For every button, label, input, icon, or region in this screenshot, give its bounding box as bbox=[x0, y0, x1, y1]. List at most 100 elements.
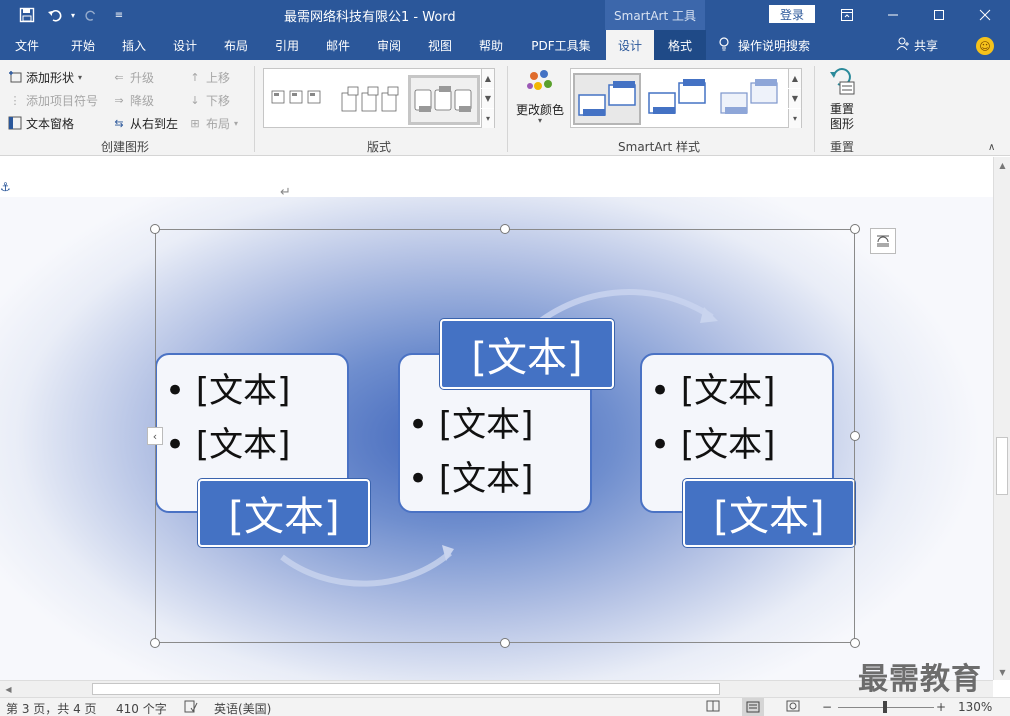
gallery-scroll-down-icon[interactable]: ▼ bbox=[481, 89, 494, 108]
collapse-ribbon-icon[interactable]: ∧ bbox=[988, 142, 995, 153]
dropdown-arrow-icon: ▾ bbox=[537, 116, 542, 125]
layout-option-selected[interactable] bbox=[408, 75, 480, 125]
promote-label: 升级 bbox=[130, 70, 155, 85]
tab-smartart-format[interactable]: 格式 bbox=[654, 30, 706, 60]
move-down-label: 下移 bbox=[206, 93, 231, 108]
layout-label: 布局 bbox=[206, 116, 231, 131]
add-bullet-button[interactable]: ⋮ 添加项目符号 bbox=[8, 90, 99, 110]
redo-icon[interactable] bbox=[80, 4, 102, 26]
anchor-icon: ⚓ bbox=[0, 180, 11, 194]
zoom-out-button[interactable]: − bbox=[822, 700, 832, 714]
layout-button[interactable]: ⊞ 布局 ▾ bbox=[188, 113, 238, 133]
ribbon-display-options-icon[interactable] bbox=[824, 0, 870, 30]
person-icon bbox=[896, 37, 910, 54]
demote-button[interactable]: ⇒ 降级 bbox=[112, 90, 154, 110]
save-icon[interactable] bbox=[16, 4, 38, 26]
layouts-group-label: 版式 bbox=[366, 140, 391, 154]
reset-graphic-icon bbox=[830, 68, 855, 95]
group-divider bbox=[507, 66, 508, 152]
demote-label: 降级 bbox=[130, 93, 155, 108]
zoom-in-button[interactable]: + bbox=[936, 700, 946, 714]
style-option[interactable] bbox=[717, 73, 785, 125]
scroll-up-icon[interactable]: ▲ bbox=[994, 157, 1010, 173]
text-pane-button[interactable]: 文本窗格 bbox=[8, 113, 74, 133]
text-pane-toggle-icon[interactable]: ‹ bbox=[147, 427, 163, 445]
watermark-logo: 最需教育 bbox=[858, 662, 982, 697]
zoom-slider-thumb[interactable] bbox=[883, 701, 887, 713]
vertical-scrollbar[interactable]: ▲ ▼ bbox=[993, 157, 1010, 680]
add-bullet-label: 添加项目符号 bbox=[26, 93, 99, 108]
tab-help[interactable]: 帮助 bbox=[468, 30, 514, 60]
print-layout-icon[interactable] bbox=[742, 698, 764, 716]
tab-design[interactable]: 设计 bbox=[162, 30, 208, 60]
tell-me-search[interactable]: 操作说明搜索 bbox=[718, 30, 810, 60]
vertical-scroll-thumb[interactable] bbox=[996, 437, 1008, 495]
resize-handle[interactable] bbox=[850, 638, 860, 648]
window-title: 最需网络科技有限公1 - Word bbox=[284, 10, 456, 25]
promote-button[interactable]: ⇐ 升级 bbox=[112, 67, 154, 87]
minimize-icon[interactable] bbox=[870, 0, 916, 30]
read-mode-icon[interactable] bbox=[706, 700, 720, 715]
customize-qat-icon[interactable]: ≡ bbox=[108, 4, 130, 26]
tab-review[interactable]: 审阅 bbox=[366, 30, 412, 60]
maximize-icon[interactable] bbox=[916, 0, 962, 30]
proofing-icon[interactable] bbox=[184, 700, 198, 716]
gallery-scroll-up-icon[interactable]: ▲ bbox=[788, 69, 801, 88]
layout-option[interactable] bbox=[268, 75, 336, 125]
arrow-up-icon: ↑ bbox=[190, 70, 200, 84]
smartart-tools-header: SmartArt 工具 bbox=[605, 0, 705, 30]
resize-handle[interactable] bbox=[500, 638, 510, 648]
dropdown-arrow-icon: ▾ bbox=[78, 72, 83, 82]
tab-pdf-tools[interactable]: PDF工具集 bbox=[520, 30, 602, 60]
layout-option[interactable] bbox=[338, 75, 406, 125]
tab-references[interactable]: 引用 bbox=[264, 30, 310, 60]
style-option-selected[interactable] bbox=[573, 73, 641, 125]
feedback-smiley-icon[interactable]: ☺ bbox=[976, 37, 994, 55]
gallery-scroll-down-icon[interactable]: ▼ bbox=[788, 89, 801, 108]
scroll-down-icon[interactable]: ▼ bbox=[994, 664, 1010, 680]
close-icon[interactable] bbox=[962, 0, 1008, 30]
move-down-button[interactable]: ↓ 下移 bbox=[188, 90, 230, 110]
tab-smartart-design[interactable]: 设计 bbox=[606, 30, 654, 60]
login-button[interactable]: 登录 bbox=[769, 5, 815, 23]
tab-file[interactable]: 文件 bbox=[0, 30, 54, 60]
arrow-down-icon: ↓ bbox=[190, 93, 200, 107]
change-colors-button[interactable]: 更改颜色 ▾ bbox=[514, 68, 566, 132]
zoom-level[interactable]: 130% bbox=[958, 700, 992, 714]
page-count[interactable]: 第 3 页，共 4 页 bbox=[6, 700, 97, 716]
color-palette-icon bbox=[527, 70, 552, 90]
tab-mailings[interactable]: 邮件 bbox=[314, 30, 362, 60]
move-up-button[interactable]: ↑ 上移 bbox=[188, 67, 230, 87]
reset-group-label: 重置 bbox=[829, 140, 854, 154]
horizontal-scroll-thumb[interactable] bbox=[92, 683, 720, 695]
add-shape-button[interactable]: 添加形状 ▾ bbox=[8, 67, 82, 87]
tab-view[interactable]: 视图 bbox=[416, 30, 464, 60]
resize-handle[interactable] bbox=[150, 638, 160, 648]
web-layout-icon[interactable] bbox=[786, 700, 800, 715]
resize-handle[interactable] bbox=[150, 224, 160, 234]
resize-handle[interactable] bbox=[500, 224, 510, 234]
style-option[interactable] bbox=[645, 73, 713, 125]
layout-options-icon[interactable] bbox=[870, 228, 896, 254]
gallery-more-icon[interactable]: ▾ bbox=[481, 109, 494, 128]
horizontal-scrollbar[interactable]: ◀ bbox=[0, 680, 993, 697]
gallery-more-icon[interactable]: ▾ bbox=[788, 109, 801, 128]
scroll-left-icon[interactable]: ◀ bbox=[0, 681, 17, 697]
reset-graphic-label: 重置 图形 bbox=[829, 102, 854, 131]
right-to-left-button[interactable]: ⇆ 从右到左 bbox=[112, 113, 178, 133]
language-indicator[interactable]: 英语(美国) bbox=[214, 700, 271, 716]
tab-layout[interactable]: 布局 bbox=[212, 30, 260, 60]
reset-graphic-button[interactable]: 重置 图形 bbox=[820, 66, 864, 132]
dropdown-arrow-icon: ▾ bbox=[234, 118, 239, 128]
share-button[interactable]: 共享 bbox=[896, 30, 938, 60]
right-to-left-label: 从右到左 bbox=[130, 116, 179, 131]
add-shape-label: 添加形状 bbox=[26, 70, 75, 85]
ribbon-tabs: 文件 开始 插入 设计 布局 引用 邮件 审阅 视图 帮助 PDF工具集 设计 … bbox=[0, 30, 1010, 60]
resize-handle[interactable] bbox=[850, 224, 860, 234]
resize-handle[interactable] bbox=[850, 431, 860, 441]
word-count[interactable]: 410 个字 bbox=[116, 700, 167, 716]
tab-home[interactable]: 开始 bbox=[58, 30, 108, 60]
gallery-scroll-up-icon[interactable]: ▲ bbox=[481, 69, 494, 88]
smartart-selection-frame[interactable] bbox=[155, 229, 855, 643]
tab-insert[interactable]: 插入 bbox=[110, 30, 158, 60]
